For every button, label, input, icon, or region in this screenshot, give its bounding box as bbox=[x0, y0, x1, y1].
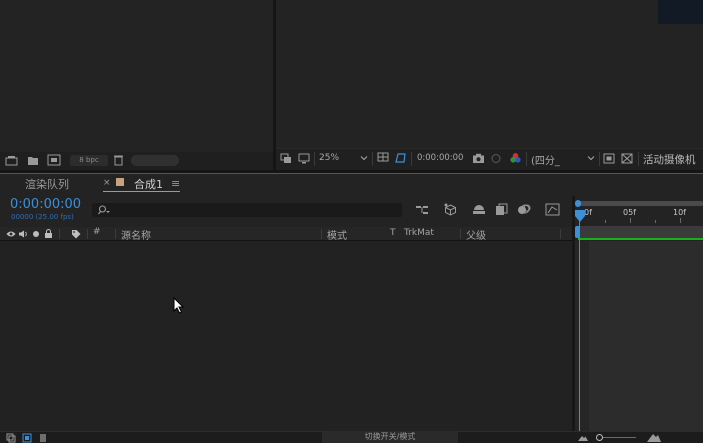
mouse-cursor-icon bbox=[173, 297, 184, 314]
zoom-out-mountain-icon[interactable] bbox=[577, 433, 589, 442]
source-name-column-header[interactable]: 源名称 bbox=[121, 227, 151, 242]
always-preview-icon[interactable] bbox=[280, 153, 292, 164]
region-of-interest-icon[interactable] bbox=[603, 153, 615, 164]
snapshot-camera-icon[interactable] bbox=[472, 153, 485, 164]
layer-search-input[interactable] bbox=[92, 203, 402, 217]
zoom-slider-thumb[interactable] bbox=[596, 434, 603, 441]
composition-viewer[interactable] bbox=[276, 0, 703, 148]
channel-color-icon[interactable] bbox=[509, 152, 522, 164]
tab-composition[interactable]: 合成1 bbox=[134, 176, 163, 192]
zoom-value[interactable]: 25% bbox=[319, 153, 339, 163]
ruler-tick bbox=[605, 220, 606, 223]
mode-column-header: 模式 bbox=[327, 231, 347, 242]
new-folder-icon[interactable] bbox=[27, 155, 39, 166]
comp-color-swatch bbox=[116, 178, 124, 186]
zoom-slider-track[interactable] bbox=[598, 437, 636, 438]
trash-icon[interactable] bbox=[113, 154, 124, 166]
chevron-down-icon[interactable] bbox=[360, 156, 368, 161]
zoom-in-mountain-icon[interactable] bbox=[646, 432, 662, 443]
ruler-tick bbox=[680, 218, 681, 223]
comp-canvas-preview bbox=[658, 0, 703, 24]
show-snapshot-icon[interactable] bbox=[490, 153, 502, 164]
layer-list-area[interactable] bbox=[0, 241, 572, 431]
time-navigator-bar[interactable] bbox=[577, 201, 703, 206]
modes-toggle-icon[interactable] bbox=[22, 433, 32, 443]
mask-path-icon[interactable] bbox=[394, 152, 407, 164]
comp-mini-flowchart-icon[interactable] bbox=[415, 204, 429, 216]
ruler-label: 05f bbox=[623, 208, 636, 217]
comp-duration-bar bbox=[578, 238, 703, 240]
navigator-start-handle[interactable] bbox=[575, 200, 581, 207]
current-time-indicator-line[interactable] bbox=[579, 214, 580, 431]
ruler-tick bbox=[655, 220, 656, 223]
monitor-icon[interactable] bbox=[298, 153, 310, 164]
view-layout-select[interactable]: (四分_ bbox=[531, 152, 560, 167]
graph-editor-icon[interactable] bbox=[545, 203, 560, 216]
resolution-grid-icon[interactable] bbox=[377, 152, 390, 164]
work-area-bar[interactable] bbox=[578, 226, 703, 238]
project-scrollbar[interactable] bbox=[131, 155, 179, 166]
draft-3d-icon[interactable] bbox=[443, 203, 458, 217]
label-tag-icon[interactable] bbox=[71, 229, 81, 239]
eye-icon[interactable] bbox=[6, 230, 16, 238]
close-tab-icon[interactable]: × bbox=[103, 178, 111, 188]
parent-column-header: 父级 bbox=[466, 231, 486, 242]
frame-blending-icon[interactable] bbox=[495, 203, 509, 216]
ruler-label: 0f bbox=[584, 208, 592, 217]
layer-column-header: # 源名称 模式 T TrkMat 父级 bbox=[0, 227, 572, 242]
toggle-switches-modes-button[interactable]: 切换开关/模式 bbox=[322, 431, 458, 443]
project-toolbar: 8 bpc bbox=[0, 152, 273, 170]
audio-speaker-icon[interactable] bbox=[18, 230, 28, 238]
shy-layers-icon[interactable] bbox=[472, 203, 486, 216]
viewer-timecode[interactable]: 0:00:00:00 bbox=[417, 153, 463, 163]
new-composition-icon[interactable] bbox=[47, 154, 61, 166]
active-tab-underline bbox=[103, 191, 180, 192]
track-area[interactable] bbox=[575, 241, 703, 431]
viewer-toolbar: 25% 0:00:00:00 (四分_ 活动摄像机 bbox=[276, 148, 703, 170]
bit-depth-button[interactable]: 8 bpc bbox=[70, 155, 108, 166]
project-panel bbox=[0, 0, 273, 170]
solo-dot-icon[interactable] bbox=[32, 230, 40, 238]
current-time-display[interactable]: 0:00:00:00 bbox=[10, 197, 81, 212]
frame-rate-info: 00000 (25.00 fps) bbox=[11, 213, 74, 221]
motion-blur-icon[interactable] bbox=[517, 203, 531, 216]
ruler-tick bbox=[630, 218, 631, 223]
track-matte-t-header: T bbox=[390, 228, 396, 238]
layer-switches-toggle-icon[interactable] bbox=[6, 433, 16, 443]
in-out-toggle-icon[interactable] bbox=[38, 433, 48, 443]
ruler-label: 10f bbox=[673, 208, 686, 217]
trkmat-column-header: TrkMat bbox=[404, 228, 434, 238]
lock-icon[interactable] bbox=[44, 229, 53, 238]
tab-render-queue[interactable]: 渲染队列 bbox=[25, 176, 69, 192]
transparency-grid-icon[interactable] bbox=[621, 153, 633, 164]
interpret-footage-icon[interactable] bbox=[5, 155, 18, 166]
search-icon bbox=[97, 205, 111, 215]
current-time-indicator-icon[interactable] bbox=[575, 210, 585, 222]
panel-menu-icon[interactable]: ≡ bbox=[171, 177, 180, 190]
track-area-strip bbox=[575, 241, 589, 431]
active-camera-select[interactable]: 活动摄像机 bbox=[643, 152, 696, 167]
number-column-header: # bbox=[93, 227, 101, 237]
chevron-down-icon[interactable] bbox=[587, 156, 595, 161]
